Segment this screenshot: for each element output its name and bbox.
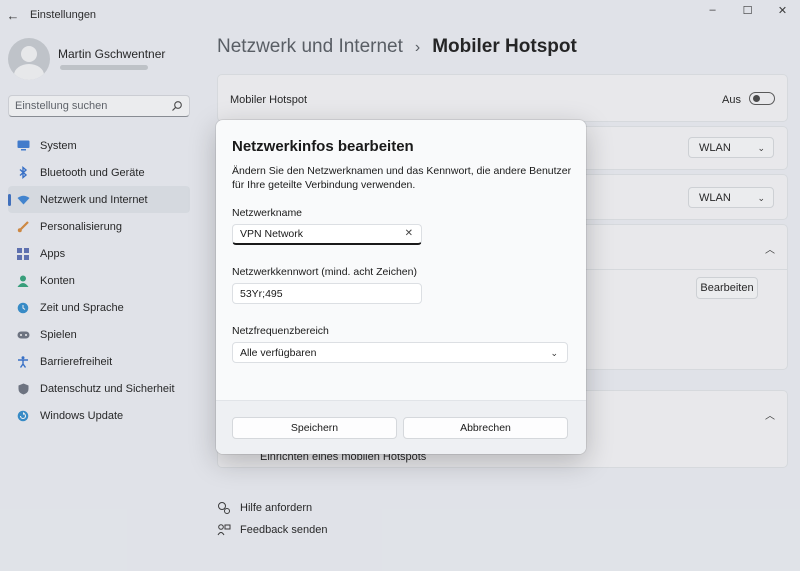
- cancel-button-label: Abbrechen: [460, 422, 511, 434]
- password-value: 53Yr;495: [240, 287, 283, 300]
- network-name-label: Netzwerkname: [232, 207, 303, 219]
- band-label: Netzfrequenzbereich: [232, 325, 329, 337]
- password-label: Netzwerkkennwort (mind. acht Zeichen): [232, 266, 417, 278]
- network-name-value: VPN Network: [240, 228, 304, 240]
- dialog-footer: Speichern Abbrechen: [216, 400, 586, 454]
- dialog-description: Ändern Sie den Netzwerknamen und das Ken…: [232, 165, 572, 191]
- edit-network-dialog: Netzwerkinfos bearbeiten Ändern Sie den …: [216, 120, 586, 454]
- clear-icon[interactable]: ✕: [405, 228, 413, 239]
- password-field[interactable]: 53Yr;495: [232, 283, 422, 304]
- cancel-button[interactable]: Abbrechen: [403, 417, 568, 439]
- chevron-down-icon: ⌄: [550, 348, 558, 358]
- dialog-title: Netzwerkinfos bearbeiten: [232, 138, 414, 155]
- network-name-field[interactable]: VPN Network ✕: [232, 224, 422, 245]
- save-button-label: Speichern: [290, 422, 339, 434]
- band-dropdown[interactable]: Alle verfügbaren ⌄: [232, 342, 568, 363]
- save-button[interactable]: Speichern: [232, 417, 397, 439]
- band-value: Alle verfügbaren: [240, 346, 317, 359]
